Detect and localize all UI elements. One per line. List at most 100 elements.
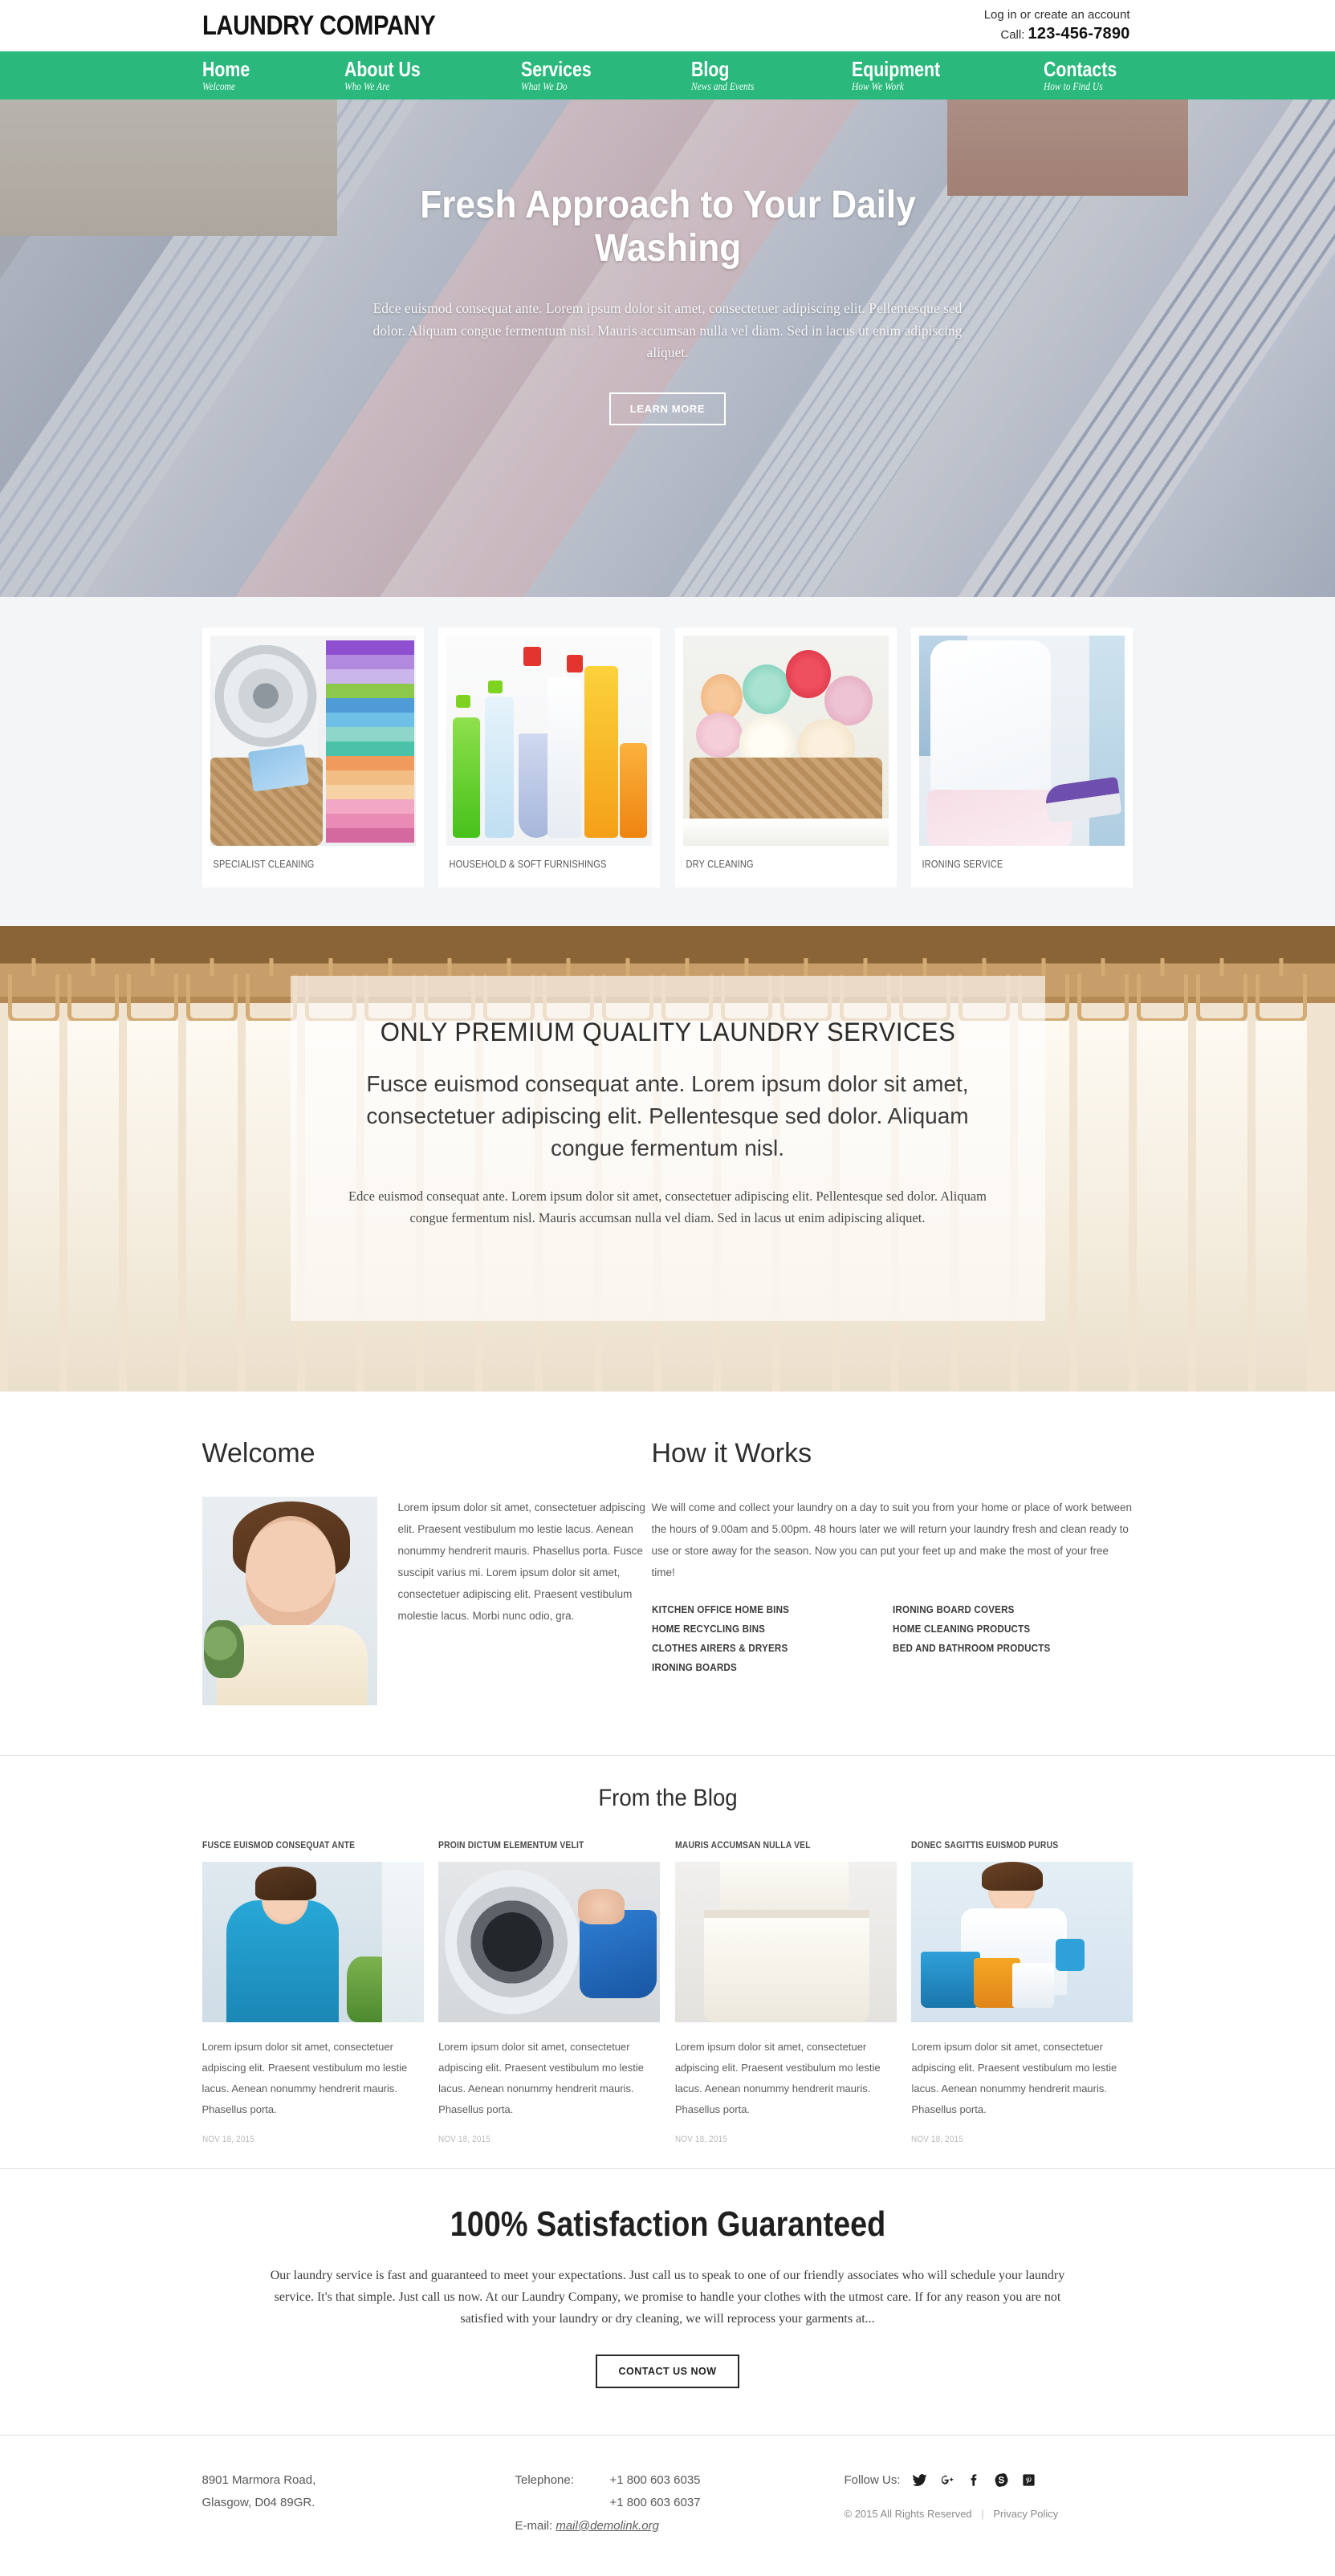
blog-post-date: NOV 18, 2015 (911, 2135, 964, 2144)
blog-posts: FUSCE EUISMOD CONSEQUAT ANTE Lorem ipsum… (201, 1841, 1134, 2144)
blog-post-date: NOV 18, 2015 (674, 2135, 727, 2144)
main-navigation: Home Welcome About Us Who We Are Service… (0, 51, 1335, 100)
telephone-block: Telephone: +1 800 603 6035 +1 800 603 60… (515, 2469, 836, 2515)
service-cards: SPECIALIST CLEANING HOUSEHOLD & SOFT FUR… (201, 628, 1134, 888)
copyright-text: © 2015 All Rights Reserved (844, 2508, 972, 2521)
email-label: E-mail: (515, 2518, 553, 2533)
nav-title-equipment: Equipment (852, 56, 941, 81)
guarantee-container: 100% Satisfaction Guaranteed Our laundry… (202, 2204, 1134, 2388)
nav-sub-home: Welcome (201, 80, 235, 93)
premium-heading: ONLY PREMIUM QUALITY LAUNDRY SERVICES (380, 1018, 955, 1046)
blog-post-image (201, 1862, 424, 2022)
nav-item-blog[interactable]: Blog News and Events (691, 59, 768, 93)
hero-content: Fresh Approach to Your Daily Washing Edc… (0, 100, 1335, 597)
premium-lead: Fusce euismod consequat ante. Lorem ipsu… (366, 1071, 969, 1160)
hero-banner: Fresh Approach to Your Daily Washing Edc… (0, 100, 1335, 597)
service-card-dry-cleaning[interactable]: DRY CLEANING (674, 628, 897, 888)
blog-post-text: Lorem ipsum dolor sit amet, consectetuer… (438, 2041, 644, 2115)
blog-post[interactable]: MAURIS ACCUMSAN NULLA VEL Lorem ipsum do… (674, 1841, 897, 2144)
topbar-right: Log in or create an account Call: 123-45… (984, 6, 1134, 46)
nav-sub-services: What We Do (520, 80, 568, 93)
pinterest-icon[interactable] (1021, 2472, 1037, 2489)
address-line-2: Glasgow, D04 89GR. (201, 2496, 315, 2510)
blog-post-date: NOV 18, 2015 (438, 2135, 491, 2144)
footer-copyright: © 2015 All Rights Reserved | Privacy Pol… (845, 2505, 1134, 2525)
service-label-ironing-service: IRONING SERVICE (922, 859, 1003, 870)
blog-post-image (911, 1862, 1134, 2022)
learn-more-button[interactable]: LEARN MORE (608, 392, 727, 425)
telephone-2[interactable]: +1 800 603 6037 (610, 2492, 701, 2515)
nav-item-services[interactable]: Services What We Do (521, 59, 607, 93)
hero-title: Fresh Approach to Your Daily Washing (419, 184, 916, 270)
site-logo[interactable]: LAUNDRY COMPANY (202, 10, 436, 42)
skype-icon[interactable] (994, 2472, 1010, 2489)
blog-post-title[interactable]: DONEC SAGITTIS EUISMOD PURUS (911, 1841, 1110, 1851)
how-it-works-list-left: KITCHEN OFFICE HOME BINS HOME RECYCLING … (652, 1604, 893, 1681)
blog-post[interactable]: FUSCE EUISMOD CONSEQUAT ANTE Lorem ipsum… (201, 1841, 424, 2144)
how-it-works-text: We will come and collect your laundry on… (651, 1501, 1133, 1579)
premium-small-text: Edce euismod consequat ante. Lorem ipsum… (348, 1188, 987, 1225)
welcome-howitworks-section: Welcome Lorem ipsum dolor sit amet, cons… (201, 1392, 1134, 1755)
welcome-text: Lorem ipsum dolor sit amet, consectetuer… (397, 1501, 645, 1622)
service-card-household-soft-furnishings[interactable]: HOUSEHOLD & SOFT FURNISHINGS (438, 628, 661, 888)
address-line-1: 8901 Marmora Road, (201, 2472, 316, 2487)
call-label: Call: (1000, 28, 1025, 43)
contact-us-now-button[interactable]: CONTACT US NOW (596, 2354, 739, 2388)
nav-title-about-us: About Us (344, 56, 421, 81)
nav-inner: Home Welcome About Us Who We Are Service… (202, 51, 1134, 100)
nav-sub-about-us: Who We Are (344, 80, 389, 93)
guarantee-section: 100% Satisfaction Guaranteed Our laundry… (0, 2168, 1335, 2435)
premium-banner: ONLY PREMIUM QUALITY LAUNDRY SERVICES Fu… (0, 926, 1335, 1392)
nav-title-contacts: Contacts (1044, 56, 1117, 81)
email-link[interactable]: mail@demolink.org (556, 2519, 659, 2533)
login-link[interactable]: Log in or create an account (984, 8, 1130, 22)
blog-post[interactable]: DONEC SAGITTIS EUISMOD PURUS Lorem ipsum… (911, 1841, 1134, 2144)
footer-social: Follow Us: © 2015 All Rights Reserved | … (845, 2469, 1134, 2525)
site-footer: 8901 Marmora Road, Glasgow, D04 89GR. Te… (0, 2434, 1335, 2576)
service-image-ironing-service (919, 636, 1125, 846)
blog-post-image (674, 1862, 897, 2022)
nav-item-home[interactable]: Home Welcome (202, 59, 260, 93)
phone-number[interactable]: 123-456-7890 (1028, 25, 1130, 43)
brand-wrapper: LAUNDRY COMPANY (202, 10, 474, 42)
blog-post[interactable]: PROIN DICTUM ELEMENTUM VELIT Lorem ipsum… (438, 1841, 661, 2144)
how-it-works-heading: How it Works (651, 1438, 812, 1469)
blog-post-title[interactable]: MAURIS ACCUMSAN NULLA VEL (675, 1841, 874, 1851)
google-plus-icon[interactable] (939, 2472, 955, 2489)
blog-post-title[interactable]: FUSCE EUISMOD CONSEQUAT ANTE (202, 1841, 401, 1851)
hero-subtitle: Edce euismod consequat ante. Lorem ipsum… (372, 300, 963, 360)
nav-sub-blog: News and Events (690, 80, 755, 93)
blog-post-text: Lorem ipsum dolor sit amet, consectetuer… (911, 2041, 1117, 2115)
blog-post-title[interactable]: PROIN DICTUM ELEMENTUM VELIT (438, 1841, 637, 1851)
welcome-photo (201, 1497, 377, 1705)
welcome-row: Lorem ipsum dolor sit amet, consectetuer… (201, 1497, 652, 1705)
service-card-ironing-service[interactable]: IRONING SERVICE (911, 628, 1134, 888)
service-label-household-soft-furnishings: HOUSEHOLD & SOFT FURNISHINGS (449, 859, 607, 870)
services-section: SPECIALIST CLEANING HOUSEHOLD & SOFT FUR… (0, 597, 1335, 926)
follow-row: Follow Us: (845, 2469, 1134, 2493)
welcome-heading: Welcome (201, 1438, 315, 1469)
telephone-1[interactable]: +1 800 603 6035 (610, 2469, 701, 2493)
copyright-separator: | (981, 2508, 984, 2521)
list-item: IRONING BOARDS (651, 1662, 737, 1673)
follow-label: Follow Us: (844, 2472, 901, 2487)
blog-container: From the Blog FUSCE EUISMOD CONSEQUAT AN… (201, 1785, 1134, 2144)
list-item: HOME RECYCLING BINS (651, 1623, 765, 1635)
list-item: HOME CLEANING PRODUCTS (892, 1623, 1030, 1635)
service-image-household-soft-furnishings (446, 636, 653, 846)
privacy-policy-link[interactable]: Privacy Policy (993, 2508, 1058, 2520)
twitter-icon[interactable] (912, 2472, 928, 2489)
nav-title-blog: Blog (690, 56, 729, 81)
topbar: LAUNDRY COMPANY Log in or create an acco… (201, 0, 1134, 51)
nav-item-about-us[interactable]: About Us Who We Are (344, 59, 438, 93)
telephone-label: Telephone: (515, 2472, 574, 2487)
guarantee-heading: 100% Satisfaction Guaranteed (450, 2204, 885, 2244)
service-label-dry-cleaning: DRY CLEANING (686, 859, 754, 870)
service-label-specialist-cleaning: SPECIALIST CLEANING (213, 859, 315, 870)
blog-heading: From the Blog (597, 1785, 738, 1811)
service-card-specialist-cleaning[interactable]: SPECIALIST CLEANING (201, 628, 424, 888)
nav-item-contacts[interactable]: Contacts How to Find Us (1044, 59, 1133, 93)
nav-item-equipment[interactable]: Equipment How We Work (852, 59, 959, 93)
how-it-works-list-right: IRONING BOARD COVERS HOME CLEANING PRODU… (893, 1604, 1134, 1681)
facebook-icon[interactable] (967, 2472, 983, 2489)
